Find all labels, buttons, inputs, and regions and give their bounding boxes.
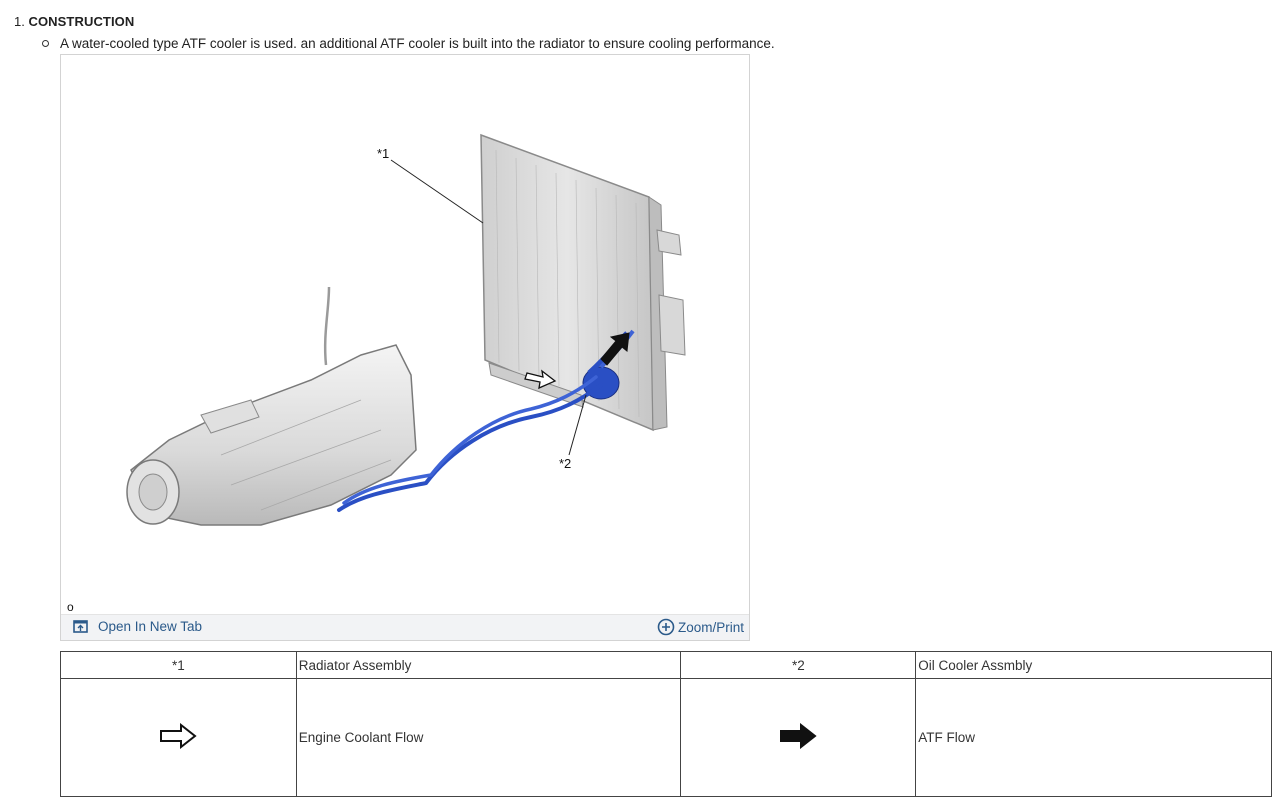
- zoom-print-button[interactable]: Zoom/Print: [657, 618, 744, 636]
- section-number: 1.: [14, 14, 25, 29]
- legend-label-atf-flow: ATF Flow: [915, 678, 1272, 797]
- callout-1-leader: [390, 159, 484, 224]
- legend-row: *1 Radiator Assembly *2 Oil Cooler Assmb…: [60, 651, 1272, 679]
- page: 1. CONSTRUCTION A water-cooled type ATF …: [0, 0, 1287, 807]
- legend-code-2: *2: [680, 651, 917, 679]
- legend-row: Engine Coolant Flow ATF Flow: [60, 678, 1272, 797]
- legend-label-radiator: Radiator Assembly: [295, 651, 682, 679]
- legend-icon-cell-1: [60, 678, 297, 797]
- bullet-text: A water-cooled type ATF cooler is used. …: [60, 36, 775, 51]
- section-title: CONSTRUCTION: [28, 14, 135, 29]
- bullet-item: A water-cooled type ATF cooler is used. …: [42, 36, 775, 51]
- legend-icon-cell-2: [680, 678, 917, 797]
- figure-toolbar: Open In New Tab Zoom/Print: [61, 614, 749, 640]
- legend-code-1: *1: [60, 651, 297, 679]
- open-in-new-tab-icon: [73, 620, 88, 633]
- legend-label-coolant-flow: Engine Coolant Flow: [295, 678, 682, 797]
- solid-arrow-right-icon: [780, 722, 817, 750]
- section-heading: 1. CONSTRUCTION: [14, 14, 134, 29]
- figure-panel: *1 *2 o Open In New Tab Zoom/Print: [60, 54, 750, 641]
- circle-bullet-icon: [42, 40, 49, 47]
- transmission-radiator-illustration: *1 *2: [126, 133, 686, 526]
- legend-table: *1 Radiator Assembly *2 Oil Cooler Assmb…: [60, 651, 1272, 797]
- callout-2-label: *2: [559, 456, 571, 471]
- figure-id: o: [67, 600, 74, 614]
- open-in-new-tab-button[interactable]: Open In New Tab: [73, 619, 202, 634]
- outline-arrow-right-icon: [160, 722, 198, 750]
- zoom-print-label: Zoom/Print: [677, 619, 744, 635]
- callout-1-label: *1: [377, 146, 389, 161]
- open-in-new-tab-label: Open In New Tab: [98, 619, 203, 634]
- legend-label-oil-cooler: Oil Cooler Assmbly: [915, 651, 1272, 679]
- zoom-plus-icon: [657, 618, 675, 636]
